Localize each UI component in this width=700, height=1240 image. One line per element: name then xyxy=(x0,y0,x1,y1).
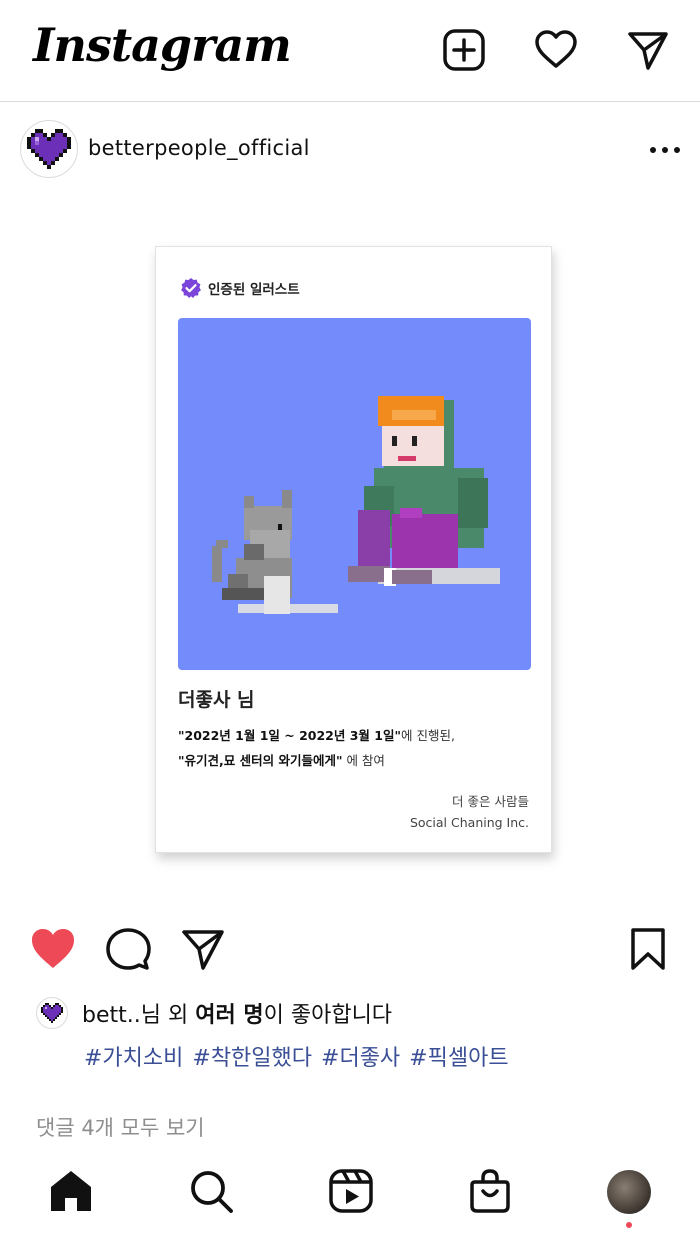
certificate-campaign: "유기견,묘 센터의 와기들에게" xyxy=(178,753,343,768)
likes-text: bett..님 외 여러 명이 좋아합니다 xyxy=(82,997,392,1029)
add-post-icon[interactable] xyxy=(442,28,486,72)
likes-others[interactable]: 여러 명 xyxy=(195,1003,263,1028)
org-name-korean: 더 좋은 사람들 xyxy=(452,794,529,809)
liker-name[interactable]: bett.. xyxy=(82,1003,141,1028)
certificate-campaign-suffix: 에 참여 xyxy=(342,753,385,768)
profile-avatar[interactable] xyxy=(607,1170,651,1214)
org-name-english: Social Chaning Inc. xyxy=(409,815,529,830)
certificate-campaign-line: "유기견,묘 센터의 와기들에게" 에 참여 xyxy=(178,750,385,769)
bookmark-icon[interactable] xyxy=(625,926,671,972)
view-all-comments-link[interactable]: 댓글 4개 모두 보기 xyxy=(36,1112,205,1142)
liker-avatar xyxy=(36,997,68,1029)
more-options-icon[interactable] xyxy=(650,138,680,162)
notification-dot xyxy=(626,1222,632,1228)
comment-icon[interactable] xyxy=(105,926,151,972)
likes-summary[interactable]: bett..님 외 여러 명이 좋아합니다 xyxy=(36,996,392,1030)
badge-label: 인증된 일러스트 xyxy=(208,282,300,298)
verified-badge: 인증된 일러스트 xyxy=(180,277,300,299)
certificate-period: "2022년 1월 1일 ~ 2022년 3월 1일" xyxy=(178,728,401,743)
purple-pixel-heart-icon[interactable] xyxy=(20,120,78,178)
post-image-certificate[interactable]: 인증된 일러스트 더좋사 님 "2022년 1월 1일 ~ 2022년 3월 1… xyxy=(155,246,552,853)
post-username[interactable]: betterpeople_official xyxy=(88,136,310,160)
certificate-name: 더좋사 님 xyxy=(178,689,255,711)
pixel-art-illustration xyxy=(178,318,531,670)
hashtags[interactable]: #가치소비 #착한일했다 #더좋사 #픽셀아트 xyxy=(84,1040,509,1072)
search-icon[interactable] xyxy=(188,1168,234,1214)
instagram-logo[interactable]: Instagram xyxy=(33,18,292,72)
verified-check-icon xyxy=(181,278,201,298)
heart-filled-icon[interactable] xyxy=(30,926,76,972)
home-icon[interactable] xyxy=(48,1168,94,1214)
post-header: betterpeople_official xyxy=(0,120,700,180)
certificate-period-suffix: 에 진행된, xyxy=(400,728,455,743)
top-bar: Instagram xyxy=(0,0,700,102)
direct-message-icon[interactable] xyxy=(626,28,670,72)
likes-middle: 님 외 xyxy=(140,1003,196,1028)
heart-icon[interactable] xyxy=(534,28,578,72)
reels-icon[interactable] xyxy=(328,1168,374,1214)
likes-suffix: 이 좋아합니다 xyxy=(263,1003,393,1028)
share-icon[interactable] xyxy=(180,926,226,972)
shop-icon[interactable] xyxy=(467,1168,513,1214)
certificate-period-line: "2022년 1월 1일 ~ 2022년 3월 1일"에 진행된, xyxy=(178,725,455,744)
